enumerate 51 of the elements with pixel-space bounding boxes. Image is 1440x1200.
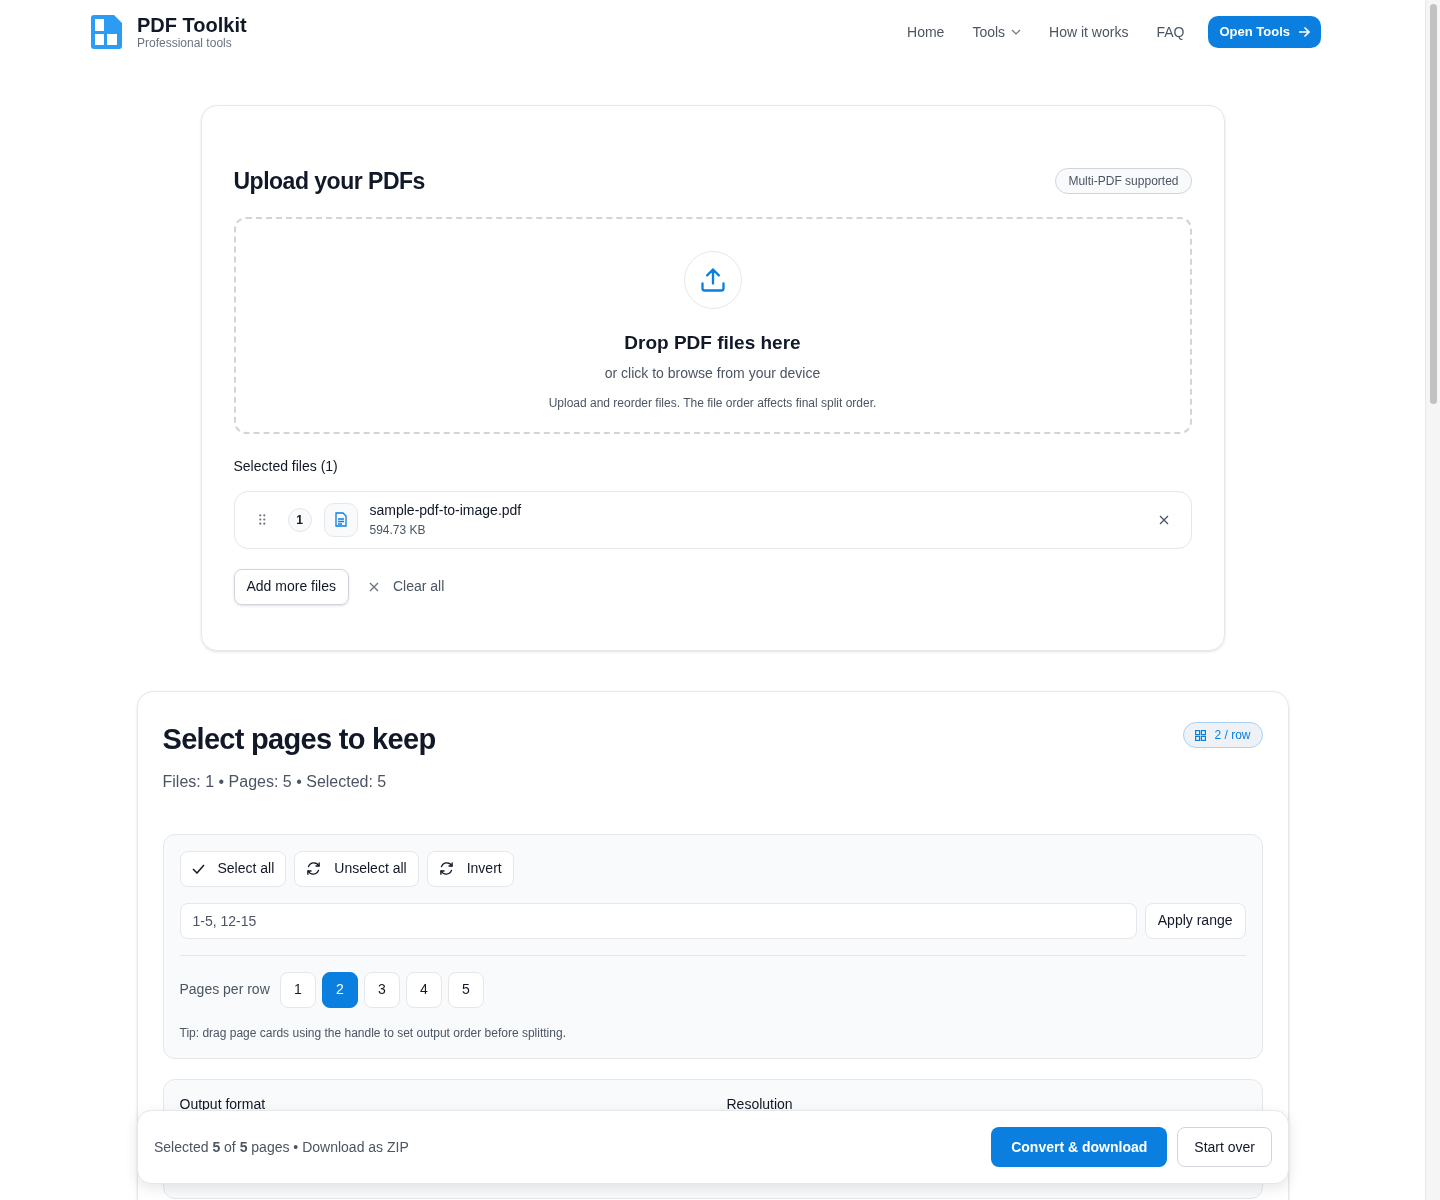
- drop-note: Upload and reorder files. The file order affects final split order.: [548, 395, 877, 412]
- chevron-down-icon: [1011, 29, 1022, 35]
- section-title: Select pages to keep: [162, 722, 436, 757]
- per-row-option[interactable]: 1: [279, 971, 316, 1008]
- convert-download-button[interactable]: Convert & download: [991, 1127, 1168, 1167]
- selection-summary: Selected 5 of 5 pages • Download as ZIP: [154, 1137, 409, 1157]
- feature-tag: Multi-PDF supported: [1055, 168, 1192, 195]
- upload-icon: [698, 265, 727, 294]
- tip-text: Tip: drag page cards using the handle to set output order before splitting.: [179, 1024, 567, 1042]
- tools-menu[interactable]: Tools: [972, 21, 1022, 43]
- brand-tagline: Professional tools: [137, 37, 233, 49]
- per-row-option[interactable]: 3: [363, 971, 400, 1008]
- nav-link[interactable]: Home: [907, 21, 945, 43]
- document-icon: [334, 512, 347, 527]
- remove-icon[interactable]: [1158, 514, 1169, 525]
- refresh-icon: [306, 861, 322, 876]
- nav-link[interactable]: FAQ: [1156, 21, 1185, 43]
- drop-subtitle: or click to browse from your device: [604, 364, 821, 383]
- page-action-button[interactable]: Invert: [426, 850, 514, 887]
- range-field[interactable]: 1-5, 12-15: [179, 902, 1137, 939]
- open-tools-button[interactable]: Open Tools: [1208, 16, 1321, 48]
- apply-range-button[interactable]: Apply range: [1144, 902, 1246, 939]
- output-format-label: Output format: [179, 1094, 266, 1114]
- resolution-label: Resolution: [726, 1094, 793, 1114]
- section-title: Upload your PDFs: [233, 167, 425, 196]
- pages-per-row-label: Pages per row: [179, 980, 270, 999]
- file-index: 1: [287, 507, 312, 532]
- start-over-button[interactable]: Start over: [1177, 1127, 1272, 1167]
- add-files-button[interactable]: Add more files: [233, 568, 349, 605]
- check-icon: [191, 863, 205, 874]
- file-name: sample-pdf-to-image.pdf: [369, 501, 522, 520]
- refresh-icon: [438, 861, 454, 876]
- select-all-button[interactable]: Select all: [179, 850, 287, 887]
- file-size: 594.73 KB: [369, 522, 427, 539]
- drag-handle-icon[interactable]: [258, 514, 266, 525]
- brand-name: PDF Toolkit: [137, 15, 247, 35]
- per-row-option[interactable]: 5: [447, 971, 484, 1008]
- page-action-button[interactable]: Unselect all: [294, 850, 419, 887]
- drop-title: Drop PDF files here: [624, 330, 801, 355]
- arrow-right-icon: [1298, 26, 1310, 38]
- drop-zone[interactable]: Drop PDF files here or click to browse from your device Upload and reorder files. The file order affects final split order.: [233, 216, 1192, 434]
- files-heading: Selected files (1): [233, 456, 339, 476]
- per-row-badge: 2 / row: [1183, 722, 1263, 748]
- clear-all-button[interactable]: Clear all: [369, 576, 445, 597]
- close-icon: [369, 581, 379, 592]
- page-summary: Files: 1 • Pages: 5 • Selected: 5: [162, 771, 388, 792]
- per-row-option[interactable]: 2: [321, 971, 358, 1008]
- nav-link[interactable]: How it works: [1049, 21, 1129, 43]
- per-row-option[interactable]: 4: [405, 971, 442, 1008]
- logo-icon: [91, 15, 122, 49]
- grid-icon: [1195, 729, 1207, 741]
